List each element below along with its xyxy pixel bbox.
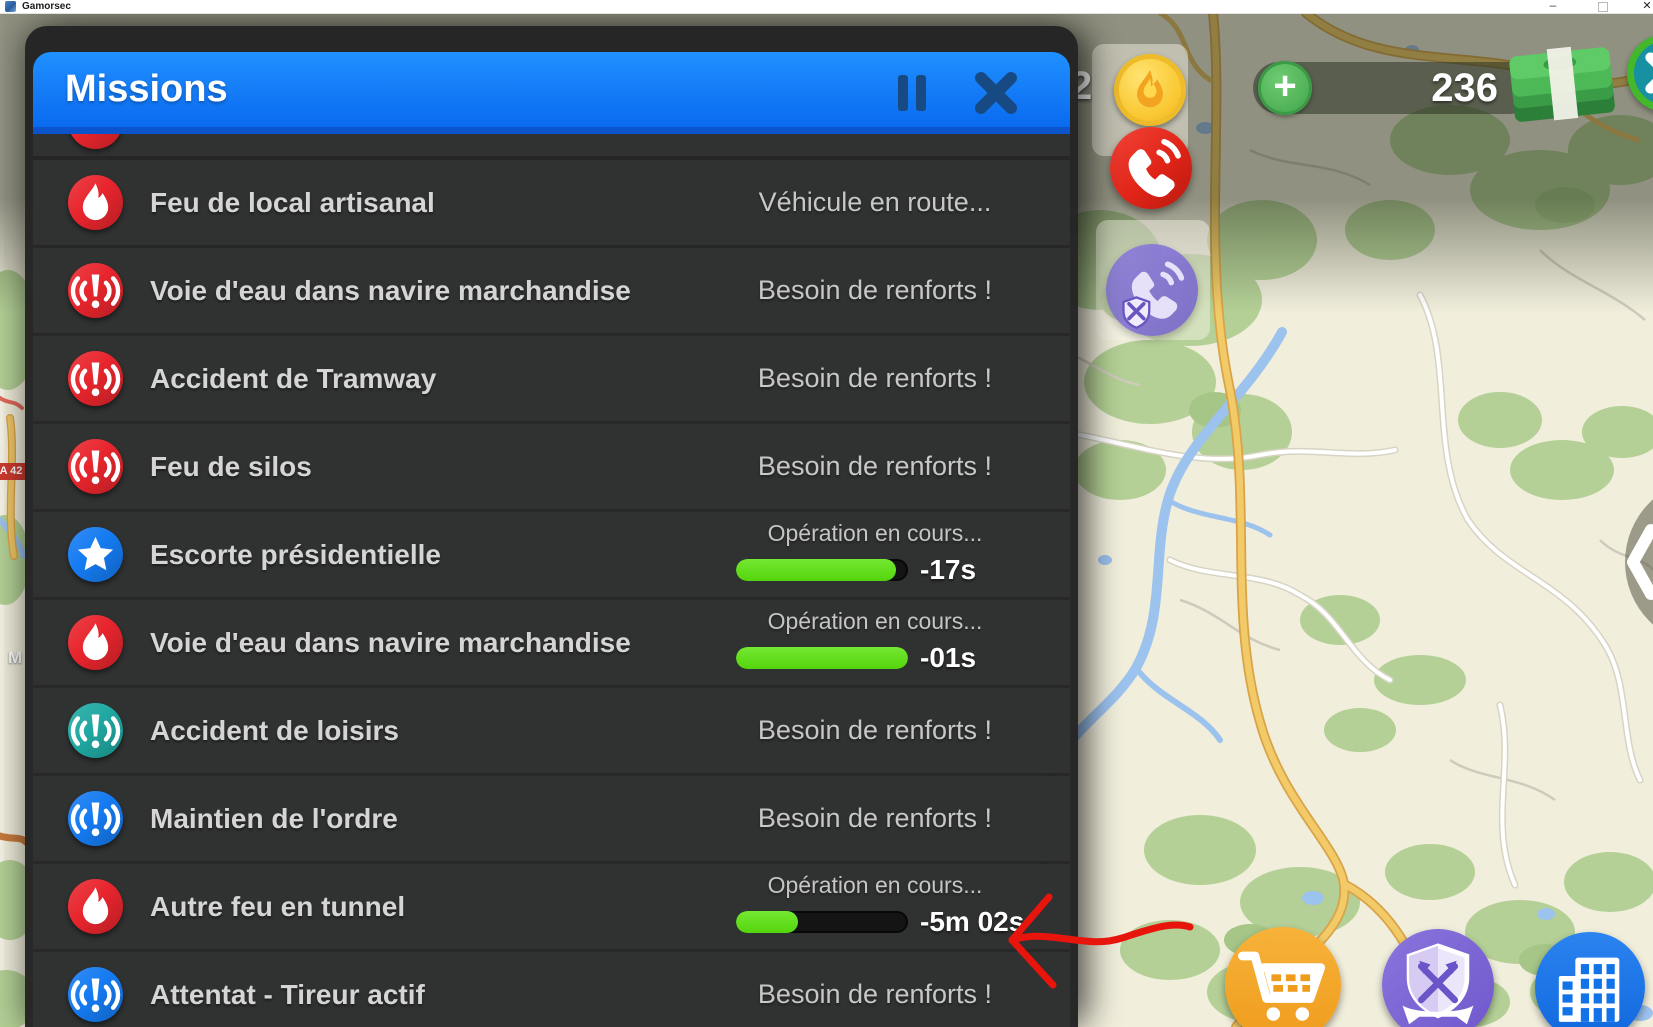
mission-progress: Opération en cours... -17s (710, 512, 1040, 597)
mission-title: Feu de silos (150, 451, 312, 482)
fire-icon (68, 134, 123, 149)
close-button[interactable] (973, 70, 1019, 116)
mission-row-partial[interactable] (33, 134, 1070, 156)
cash-stack-icon (1506, 36, 1622, 136)
mission-row[interactable]: Maintien de l'ordre Besoin de renforts ! (33, 776, 1070, 861)
shield-axes-icon (1402, 943, 1474, 1025)
mission-title: Maintien de l'ordre (150, 803, 398, 834)
mission-status: Besoin de renforts ! (757, 715, 993, 745)
mission-row[interactable]: Accident de Tramway Besoin de renforts ! (33, 336, 1070, 421)
fire-icon (68, 615, 123, 670)
side-panel-handle[interactable] (1625, 478, 1653, 646)
mission-title: Accident de Tramway (150, 363, 437, 394)
alert-icon (68, 703, 123, 758)
phone-shield-icon (1122, 261, 1185, 329)
shopping-cart-icon (1238, 951, 1326, 1021)
pause-button[interactable] (889, 70, 935, 116)
fire-icon (68, 879, 123, 934)
progress-bar (736, 559, 908, 581)
mission-row[interactable]: Feu de silos Besoin de renforts ! (33, 424, 1070, 509)
progress-bar-fill (736, 559, 896, 581)
money-amount: 236 (1431, 66, 1498, 110)
alliance-button[interactable] (1382, 929, 1494, 1027)
mission-row[interactable]: Attentat - Tireur actif Besoin de renfor… (33, 952, 1070, 1027)
mission-title: Accident de loisirs (150, 715, 399, 746)
mission-list: Feu de local artisanal Véhicule en route… (33, 134, 1070, 1027)
mission-status: Besoin de renforts ! (757, 803, 993, 833)
mission-status: Besoin de renforts ! (757, 363, 993, 393)
x-icon (1645, 52, 1653, 94)
alert-icon (68, 439, 123, 494)
emergency-call-button[interactable] (1110, 127, 1192, 209)
building-icon (1558, 957, 1620, 1022)
alert-icon (68, 351, 123, 406)
progress-label: Opération en cours... (767, 520, 983, 546)
add-money-button[interactable]: + (1258, 61, 1312, 115)
road-badge: A 42 (0, 463, 28, 480)
window-titlebar[interactable]: Gamorsec – ✕ (0, 0, 1653, 14)
star-icon (68, 527, 123, 582)
progress-label: Opération en cours... (767, 608, 983, 634)
mission-title: Feu de local artisanal (150, 187, 435, 218)
mission-row[interactable]: Escorte présidentielle Opération en cour… (33, 512, 1070, 597)
progress-bar-fill (736, 647, 908, 669)
mission-row[interactable]: Feu de local artisanal Véhicule en route… (33, 160, 1070, 245)
mission-title: Voie d'eau dans navire marchandise (150, 627, 631, 658)
mission-row[interactable]: Voie d'eau dans navire marchandise Besoi… (33, 248, 1070, 333)
coin-currency-icon[interactable] (1114, 54, 1186, 126)
progress-bar-fill (736, 911, 798, 933)
mission-title: Autre feu en tunnel (150, 891, 406, 922)
progress-bar (736, 647, 908, 669)
dismiss-button[interactable] (1627, 34, 1653, 112)
alert-icon (68, 967, 123, 1022)
city-label: M (8, 648, 23, 667)
progress-countdown: -5m 02s (920, 906, 1025, 937)
assistance-call-button[interactable] (1106, 244, 1198, 336)
panel-title: Missions (65, 68, 228, 110)
window-close-button[interactable]: ✕ (1638, 0, 1653, 13)
mission-progress: Opération en cours... -5m 02s (710, 864, 1040, 949)
mission-status: Besoin de renforts ! (757, 451, 993, 481)
close-icon (975, 72, 1017, 114)
mission-row[interactable]: Accident de loisirs Besoin de renforts ! (33, 688, 1070, 773)
alert-icon (68, 263, 123, 318)
mission-title: Voie d'eau dans navire marchandise (150, 275, 631, 306)
mission-status: Besoin de renforts ! (757, 979, 993, 1009)
missions-panel: Missions Feu de local artisanal Véhicule… (25, 26, 1078, 1027)
window-maximize-button[interactable] (1598, 2, 1608, 12)
buildings-button[interactable] (1535, 932, 1645, 1027)
shop-button[interactable] (1225, 927, 1341, 1027)
mission-row[interactable]: Voie d'eau dans navire marchandise Opéra… (33, 600, 1070, 685)
fire-icon (68, 175, 123, 230)
window-minimize-button[interactable]: – (1543, 0, 1563, 13)
pause-icon (898, 75, 926, 111)
progress-label: Opération en cours... (767, 872, 983, 898)
progress-countdown: -01s (920, 642, 977, 673)
mission-title: Attentat - Tireur actif (150, 979, 425, 1010)
mission-row[interactable]: Autre feu en tunnel Opération en cours..… (33, 864, 1070, 949)
chevron-left-icon (1627, 524, 1653, 600)
app-icon (5, 1, 16, 12)
mission-title: Escorte présidentielle (150, 539, 442, 570)
missions-panel-header: Missions (33, 52, 1070, 134)
mission-status: Besoin de renforts ! (757, 275, 993, 305)
window-title: Gamorsec (22, 1, 71, 12)
phone-ringing-icon (1128, 138, 1181, 197)
mission-progress: Opération en cours... -01s (710, 600, 1040, 685)
progress-bar (736, 911, 908, 933)
mission-status: Véhicule en route... (758, 187, 992, 217)
alert-icon (68, 791, 123, 846)
app-window: A 42 M Missions Feu de local artisanal V… (0, 0, 1653, 1027)
progress-countdown: -17s (920, 554, 977, 585)
